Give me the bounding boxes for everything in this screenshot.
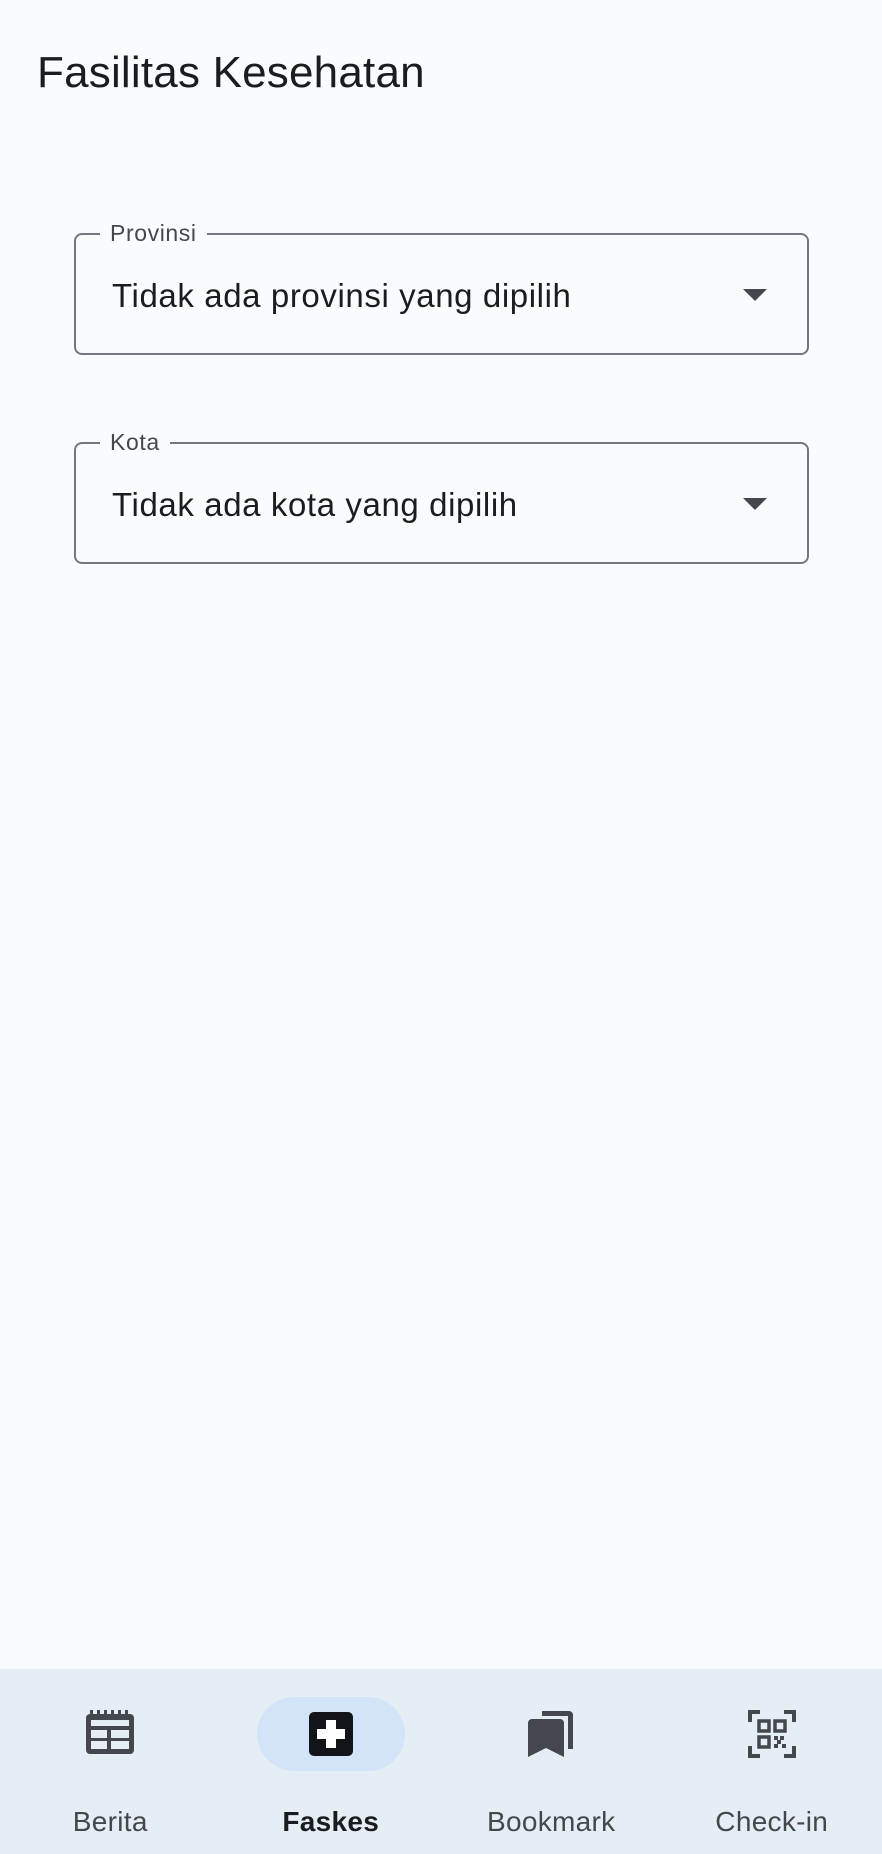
kota-value: Tidak ada kota yang dipilih [112, 486, 518, 523]
nav-item-faskes[interactable]: Faskes [221, 1669, 442, 1854]
dropdown-arrow-icon [743, 289, 767, 301]
kota-label: Kota [100, 428, 170, 456]
nav-label-faskes: Faskes [282, 1806, 380, 1837]
page-title: Fasilitas Kesehatan [37, 48, 425, 97]
bottom-navigation-bar: Berita Faskes Bookmark Check-in [0, 1669, 882, 1854]
nav-item-berita[interactable]: Berita [0, 1669, 221, 1854]
qr-code-scanner-icon [747, 1710, 796, 1758]
provinsi-value: Tidak ada provinsi yang dipilih [112, 277, 572, 314]
medical-plus-icon [308, 1712, 353, 1756]
faskes-screen: Fasilitas Kesehatan Provinsi Tidak ada p… [0, 0, 882, 1854]
nav-label-bookmark: Bookmark [487, 1806, 616, 1837]
nav-label-berita: Berita [72, 1806, 148, 1837]
provinsi-label: Provinsi [100, 219, 207, 247]
provinsi-dropdown[interactable]: Provinsi Tidak ada provinsi yang dipilih [74, 219, 809, 355]
nav-label-checkin: Check-in [715, 1806, 829, 1837]
kota-dropdown[interactable]: Kota Tidak ada kota yang dipilih [74, 428, 809, 564]
bookmarks-icon [528, 1711, 574, 1757]
dropdown-arrow-icon [743, 498, 767, 510]
newspaper-icon [86, 1710, 135, 1754]
nav-item-checkin[interactable]: Check-in [662, 1669, 882, 1854]
nav-item-bookmark[interactable]: Bookmark [441, 1669, 662, 1854]
